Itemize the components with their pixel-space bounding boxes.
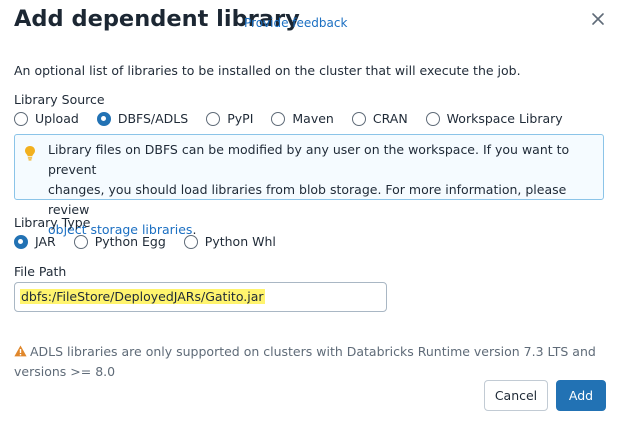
file-path-input[interactable]: dbfs:/FileStore/DeployedJARs/Gatito.jar bbox=[14, 282, 387, 312]
lightbulb-icon bbox=[25, 146, 35, 161]
info-banner-line-1: Library files on DBFS can be modified by… bbox=[48, 142, 570, 177]
library-source-radio-group: Upload DBFS/ADLS PyPI Maven CRAN Workspa… bbox=[14, 111, 563, 126]
radio-label: Upload bbox=[35, 111, 79, 126]
radio-button[interactable] bbox=[73, 234, 88, 249]
radio-label: Workspace Library bbox=[446, 111, 563, 126]
source-option-cran[interactable]: CRAN bbox=[351, 111, 408, 126]
radio-label: DBFS/ADLS bbox=[117, 111, 189, 126]
radio-button-selected[interactable] bbox=[96, 111, 111, 126]
add-button[interactable]: Add bbox=[556, 380, 606, 411]
file-path-label: File Path bbox=[14, 264, 67, 279]
radio-button-selected[interactable] bbox=[14, 234, 28, 249]
radio-button[interactable] bbox=[183, 234, 198, 249]
radio-label: CRAN bbox=[372, 111, 408, 126]
file-path-value: dbfs:/FileStore/DeployedJARs/Gatito.jar bbox=[20, 289, 265, 304]
close-icon bbox=[592, 13, 604, 25]
radio-label: Python Whl bbox=[204, 234, 276, 249]
source-option-pypi[interactable]: PyPI bbox=[206, 111, 253, 126]
info-banner-text: Library files on DBFS can be modified by… bbox=[48, 140, 593, 240]
library-source-label: Library Source bbox=[14, 92, 105, 107]
dialog-description: An optional list of libraries to be inst… bbox=[14, 63, 521, 78]
type-option-jar[interactable]: JAR bbox=[14, 234, 56, 249]
radio-button[interactable] bbox=[206, 111, 221, 126]
library-type-label: Library Type bbox=[14, 215, 91, 230]
info-banner: Library files on DBFS can be modified by… bbox=[14, 134, 604, 237]
radio-button[interactable] bbox=[14, 111, 28, 126]
source-option-dbfs-adls[interactable]: DBFS/ADLS bbox=[96, 111, 189, 126]
radio-button[interactable] bbox=[425, 111, 440, 126]
adls-warning-text: ADLS libraries are only supported on clu… bbox=[14, 344, 596, 379]
source-option-upload[interactable]: Upload bbox=[14, 111, 79, 126]
type-option-python-egg[interactable]: Python Egg bbox=[73, 234, 166, 249]
cancel-button[interactable]: Cancel bbox=[484, 380, 548, 411]
radio-label: Maven bbox=[292, 111, 334, 126]
source-option-maven[interactable]: Maven bbox=[271, 111, 334, 126]
type-option-python-whl[interactable]: Python Whl bbox=[183, 234, 276, 249]
radio-label: JAR bbox=[35, 234, 56, 249]
info-banner-line-2: changes, you should load libraries from … bbox=[48, 182, 567, 217]
radio-button[interactable] bbox=[351, 111, 366, 126]
library-type-radio-group: JAR Python Egg Python Whl bbox=[14, 234, 276, 249]
radio-label: PyPI bbox=[227, 111, 254, 126]
source-option-workspace-library[interactable]: Workspace Library bbox=[425, 111, 563, 126]
close-button[interactable] bbox=[588, 9, 608, 29]
radio-button[interactable] bbox=[271, 111, 286, 126]
radio-label: Python Egg bbox=[94, 234, 166, 249]
provide-feedback-link[interactable]: Provide feedback bbox=[244, 16, 347, 30]
